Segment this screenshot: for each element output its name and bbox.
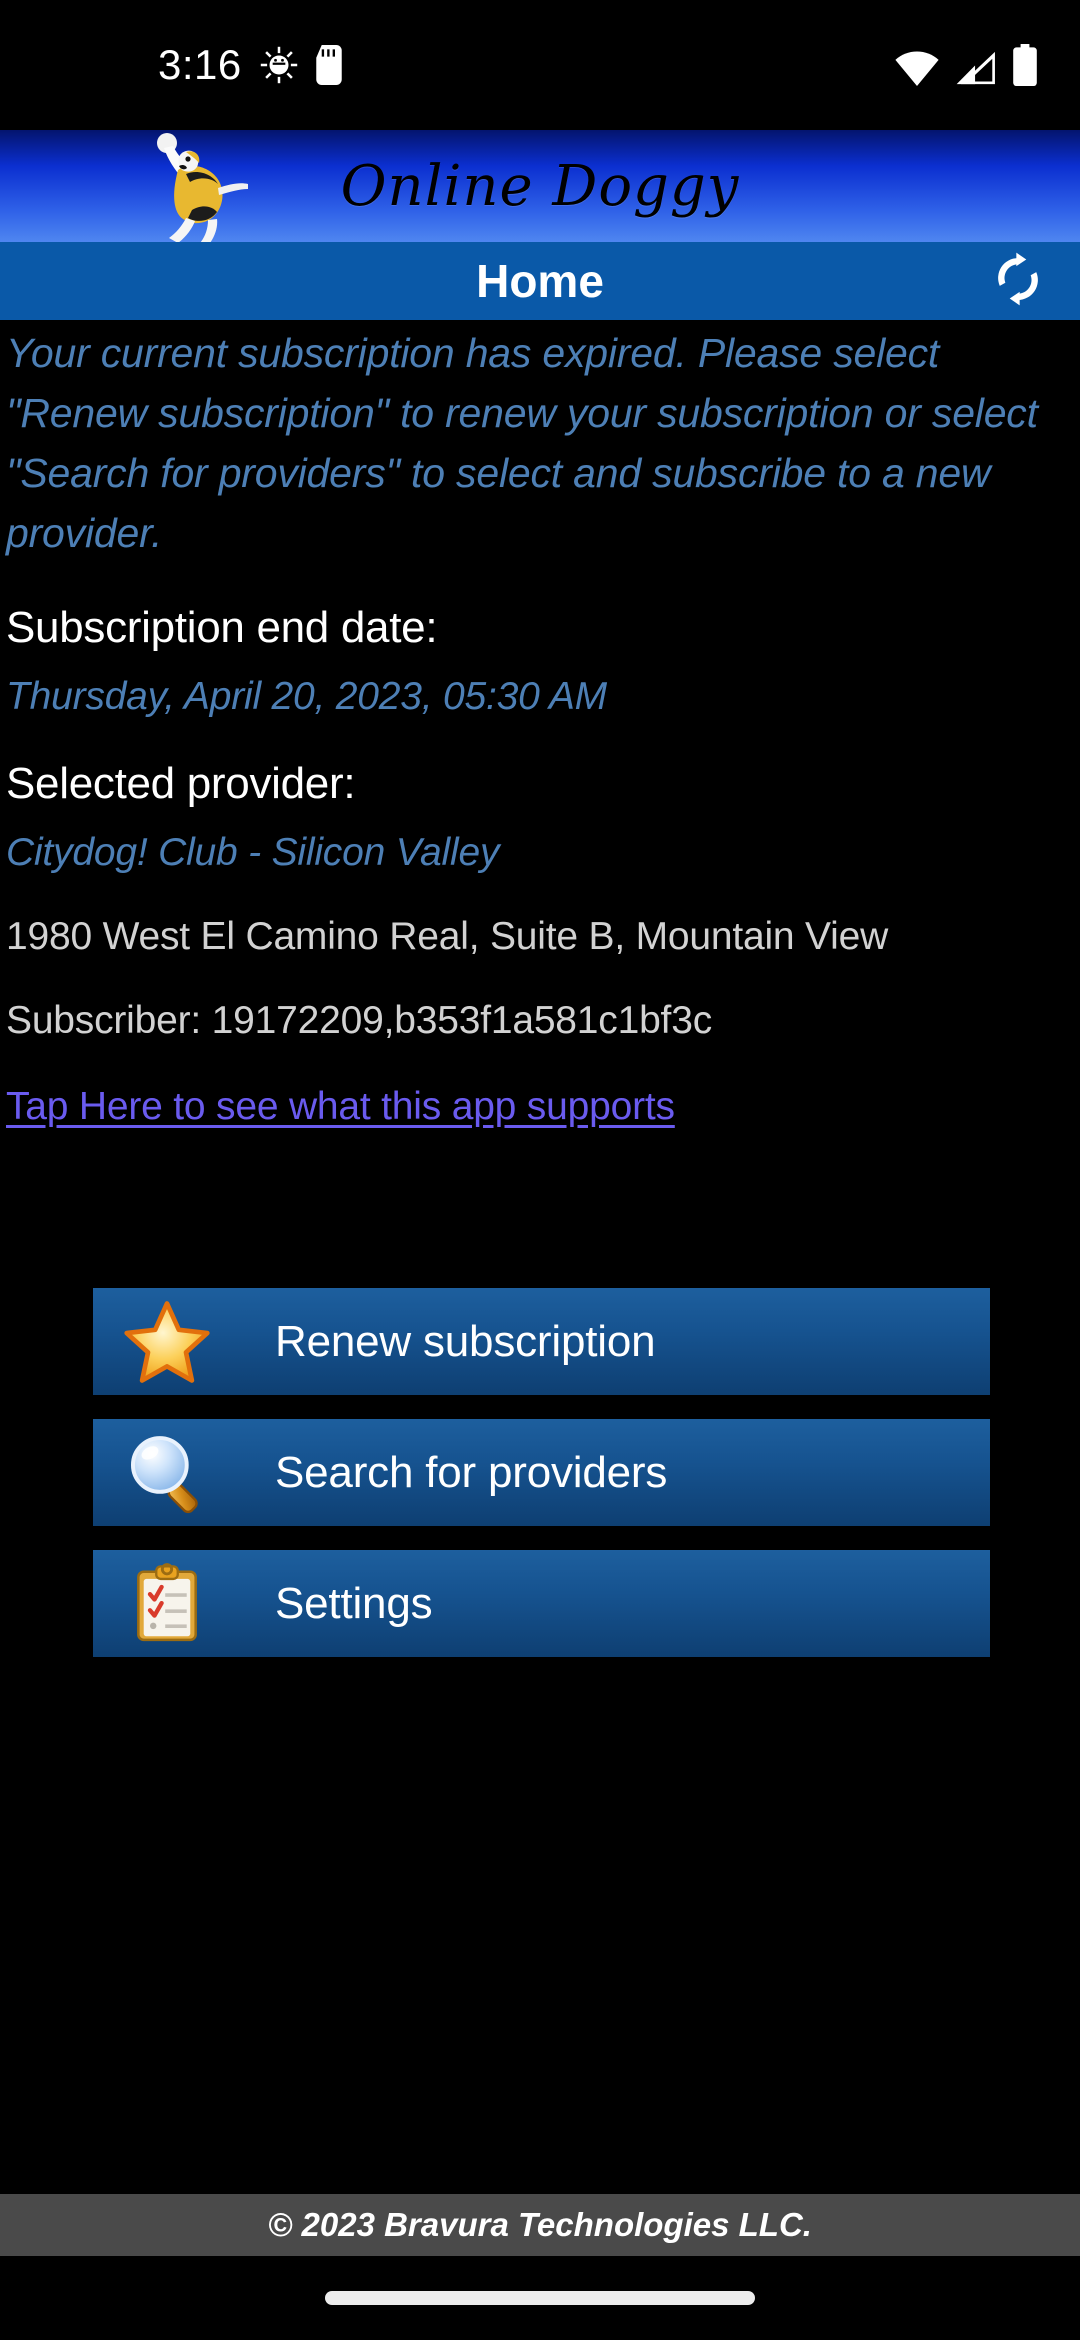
provider-value: Citydog! Club - Silicon Valley <box>6 831 500 875</box>
system-navigation-bar <box>0 2256 1080 2340</box>
app-title: Online Doggy <box>340 153 740 219</box>
refresh-icon <box>991 251 1045 312</box>
wifi-icon <box>894 50 940 86</box>
refresh-button[interactable] <box>980 248 1056 314</box>
footer-bar: © 2023 Bravura Technologies LLC. <box>0 2194 1080 2256</box>
status-bar-clock: 3:16 <box>158 41 242 88</box>
search-for-providers-button[interactable]: Search for providers <box>93 1419 990 1526</box>
search-for-providers-label: Search for providers <box>275 1447 668 1497</box>
action-bar: Home <box>0 242 1080 320</box>
provider-address: 1980 West El Camino Real, Suite B, Mount… <box>6 915 889 959</box>
page-title: Home <box>476 255 604 307</box>
renew-subscription-label: Renew subscription <box>275 1316 656 1366</box>
star-icon <box>115 1290 219 1394</box>
copyright-text: © 2023 Bravura Technologies LLC. <box>268 2206 812 2243</box>
app-supports-link[interactable]: Tap Here to see what this app supports <box>6 1085 675 1129</box>
subscriber-id: Subscriber: 19172209,b353f1a581c1bf3c <box>6 999 712 1043</box>
magnifier-icon <box>115 1421 219 1525</box>
settings-button[interactable]: Settings <box>93 1550 990 1657</box>
sd-card-icon <box>316 45 342 85</box>
clipboard-checklist-icon <box>115 1552 219 1656</box>
cellular-signal-icon <box>954 50 998 86</box>
end-date-label: Subscription end date: <box>6 603 438 653</box>
action-button-stack: Renew subscription Search for providers … <box>93 1288 990 1681</box>
renew-subscription-button[interactable]: Renew subscription <box>93 1288 990 1395</box>
provider-label: Selected provider: <box>6 759 356 809</box>
settings-label: Settings <box>275 1578 433 1628</box>
main-content: Your current subscription has expired. P… <box>0 320 1080 1129</box>
status-bar: 3:16 <box>0 0 1080 130</box>
status-bar-left: 3:16 <box>158 41 342 89</box>
subscription-expired-notice: Your current subscription has expired. P… <box>6 330 1038 556</box>
battery-icon <box>1012 44 1038 86</box>
app-banner: Online Doggy <box>0 130 1080 242</box>
phone-screen: 3:16 Online Doggy Home Your current subs… <box>0 0 1080 2340</box>
end-date-value: Thursday, April 20, 2023, 05:30 AM <box>6 675 607 719</box>
bug-debug-icon <box>260 46 298 84</box>
status-bar-right <box>894 44 1038 86</box>
gesture-home-pill[interactable] <box>325 2291 755 2305</box>
